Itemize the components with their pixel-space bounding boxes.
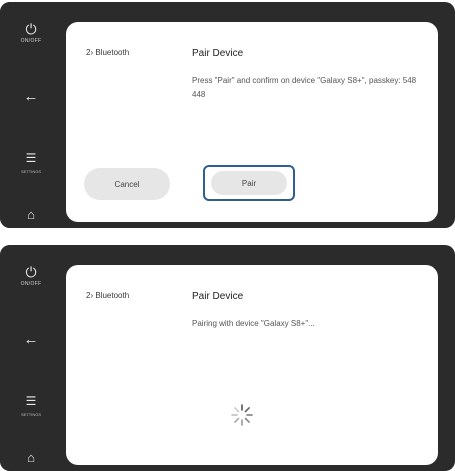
dialog-title: Pair Device xyxy=(192,48,244,59)
dialog-panel: 2› Bluetooth Pair Device Press "Pair" an… xyxy=(66,22,438,222)
settings-label: SETTINGS xyxy=(20,412,41,417)
settings-label: SETTINGS xyxy=(20,169,41,174)
back-arrow-icon: ← xyxy=(23,331,39,348)
sliders-icon: ☰ xyxy=(25,151,37,165)
home-button[interactable]: ⌂ xyxy=(0,450,62,465)
pair-button[interactable]: Pair xyxy=(211,171,287,195)
screen-pairing-progress: ⏻ ON/OFF ← ☰ SETTINGS ⌂ 2› Bluetooth Pai… xyxy=(0,245,455,471)
dialog-message: Pairing with device "Galaxy S8+"... xyxy=(192,319,315,328)
power-label: ON/OFF xyxy=(20,281,42,287)
power-icon: ⏻ xyxy=(25,21,37,37)
power-label: ON/OFF xyxy=(20,38,42,44)
power-button[interactable]: ⏻ ON/OFF xyxy=(0,22,62,44)
sidebar: ⏻ ON/OFF ← ☰ SETTINGS ⌂ xyxy=(0,2,62,228)
dialog-title: Pair Device xyxy=(192,291,244,302)
cancel-button[interactable]: Cancel xyxy=(84,168,170,200)
home-icon: ⌂ xyxy=(27,207,35,222)
power-icon: ⏻ xyxy=(25,264,37,280)
sidebar: ⏻ ON/OFF ← ☰ SETTINGS ⌂ xyxy=(0,245,62,471)
dialog-panel: 2› Bluetooth Pair Device Pairing with de… xyxy=(66,265,438,465)
screen-pair-confirm: ⏻ ON/OFF ← ☰ SETTINGS ⌂ 2› Bluetooth Pai… xyxy=(0,2,455,228)
dialog-message: Press "Pair" and confirm on device "Gala… xyxy=(192,76,417,99)
pair-button-focus-frame[interactable]: Pair xyxy=(203,165,295,201)
home-icon: ⌂ xyxy=(27,450,35,465)
settings-button[interactable]: ☰ SETTINGS xyxy=(0,152,62,178)
back-arrow-icon: ← xyxy=(23,88,39,105)
back-button[interactable]: ← xyxy=(0,88,62,105)
breadcrumb[interactable]: 2› Bluetooth xyxy=(86,48,129,57)
sliders-icon: ☰ xyxy=(25,394,37,408)
power-button[interactable]: ⏻ ON/OFF xyxy=(0,265,62,287)
settings-button[interactable]: ☰ SETTINGS xyxy=(0,395,62,421)
back-button[interactable]: ← xyxy=(0,331,62,348)
loading-spinner-icon xyxy=(231,404,253,426)
home-button[interactable]: ⌂ xyxy=(0,207,62,222)
breadcrumb[interactable]: 2› Bluetooth xyxy=(86,291,129,300)
